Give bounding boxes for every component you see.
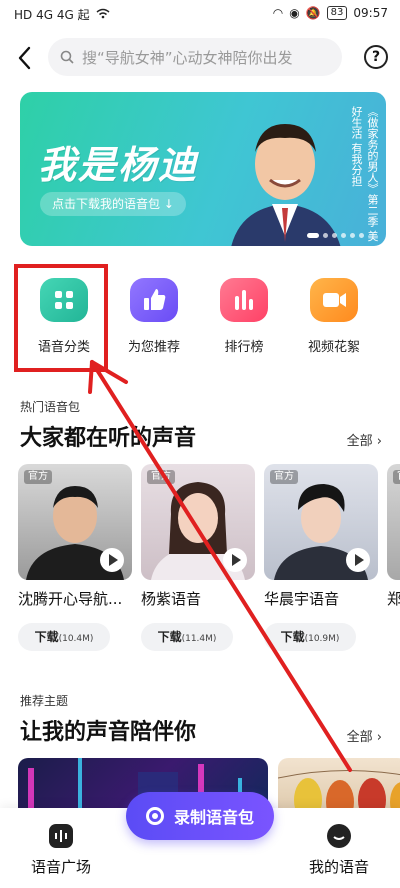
theme-section-title: 让我的声音陪伴你	[20, 720, 197, 745]
chat-face-icon	[327, 824, 351, 848]
entry-recommend[interactable]: 为您推荐	[114, 278, 194, 355]
record-icon	[145, 807, 164, 825]
card-name: 郑	[387, 590, 400, 608]
carousel-dot	[341, 233, 346, 238]
download-size: (10.4M)	[58, 634, 94, 644]
official-tag: 官方	[24, 470, 52, 484]
carousel-indicator	[307, 233, 364, 238]
banner-title: 我是杨迪	[38, 143, 199, 187]
card-image: 官方	[387, 464, 400, 580]
card-image: 官方	[264, 464, 378, 580]
question-icon: ?	[371, 49, 381, 65]
nav-label: 语音广场	[30, 858, 91, 876]
card-name: 杨紫语音	[141, 590, 202, 608]
entry-ranking[interactable]: 排行榜	[204, 278, 284, 355]
network-indicators: HD 4G 4G 起	[14, 8, 90, 22]
record-label: 录制语音包	[173, 808, 254, 827]
thumbs-up-icon	[130, 278, 178, 322]
carousel-dot	[359, 233, 364, 238]
carousel-dot	[350, 233, 355, 238]
voice-pack-card[interactable]: 官方 杨紫语音 下载(11.4M)	[141, 464, 255, 651]
voice-pack-card[interactable]: 官方 华晨宇语音 下载(10.9M)	[264, 464, 378, 651]
download-label: 下载	[34, 630, 59, 644]
hot-section-title: 大家都在听的声音	[20, 426, 197, 451]
clock: 09:57	[353, 6, 388, 20]
banner-download-button[interactable]: 点击下载我的语音包 ↓	[40, 192, 186, 216]
play-icon[interactable]	[346, 548, 370, 572]
bar-chart-icon	[220, 278, 268, 322]
nav-voice-plaza[interactable]: 语音广场	[16, 824, 106, 877]
annotation-highlight-box	[14, 264, 108, 372]
download-button[interactable]: 下载(11.4M)	[141, 623, 233, 651]
headphone-icon: ◠	[272, 6, 284, 20]
entry-label: 排行榜	[224, 340, 264, 355]
back-arrow-icon	[18, 46, 31, 70]
location-icon: ◉	[289, 6, 300, 20]
entry-label: 视频花絮	[307, 340, 360, 355]
download-label: 下载	[280, 630, 305, 644]
entry-video-clips[interactable]: 视频花絮	[294, 278, 374, 355]
official-tag: 官方	[147, 470, 175, 484]
carousel-dot	[332, 233, 337, 238]
record-voice-button[interactable]: 录制语音包	[126, 792, 274, 840]
hot-section-subtitle: 热门语音包	[20, 400, 81, 414]
play-icon[interactable]	[100, 548, 124, 572]
carousel-dot	[307, 233, 319, 238]
nav-my-voice[interactable]: 我的语音	[294, 824, 384, 877]
download-button[interactable]: 下载(10.9M)	[264, 623, 356, 651]
download-size: (10.9M)	[304, 634, 340, 644]
download-label: 下载	[157, 630, 182, 644]
promo-banner[interactable]: 我是杨迪 点击下载我的语音包 ↓ 《做家务的男人》第二季 美好生活 有我分担	[20, 92, 386, 246]
help-button[interactable]: ?	[364, 45, 388, 69]
official-tag: 官方	[393, 470, 400, 484]
soundwave-icon	[49, 824, 73, 848]
search-placeholder: 搜“导航女神”心动女神陪你出发	[82, 48, 293, 67]
celebrity-photo	[231, 124, 341, 246]
voice-pack-card[interactable]: 官方 郑	[387, 464, 400, 609]
mute-icon: 🔕	[305, 6, 321, 20]
video-camera-icon	[310, 278, 358, 322]
voice-pack-card[interactable]: 官方 沈腾开心导航... 下载(10.4M)	[18, 464, 132, 651]
search-input[interactable]: 搜“导航女神”心动女神陪你出发	[48, 38, 342, 76]
official-tag: 官方	[270, 470, 298, 484]
status-bar: HD 4G 4G 起 ◠ ◉ 🔕 83 09:57	[0, 0, 400, 28]
play-icon[interactable]	[223, 548, 247, 572]
nav-label: 我的语音	[308, 858, 369, 876]
voice-pack-cards: 官方 沈腾开心导航... 下载(10.4M) 官方 杨紫语音 下载(11.4M)…	[18, 464, 400, 654]
theme-section-more-link[interactable]: 全部 ›	[347, 726, 382, 745]
top-bar: 搜“导航女神”心动女神陪你出发 ?	[0, 38, 400, 78]
theme-section-subtitle: 推荐主题	[20, 694, 69, 708]
card-name: 沈腾开心导航...	[18, 590, 123, 608]
card-image: 官方	[18, 464, 132, 580]
hot-section-more-link[interactable]: 全部 ›	[347, 430, 382, 449]
carousel-dot	[323, 233, 328, 238]
status-right: ◠ ◉ 🔕 83 09:57	[273, 6, 388, 20]
download-button[interactable]: 下载(10.4M)	[18, 623, 110, 651]
card-name: 华晨宇语音	[264, 590, 340, 608]
entry-label: 为您推荐	[127, 340, 180, 355]
back-button[interactable]	[14, 44, 40, 72]
battery-indicator: 83	[326, 6, 348, 20]
banner-side-text: 《做家务的男人》第二季 美好生活 有我分担	[350, 106, 379, 242]
search-icon	[60, 50, 74, 64]
wifi-icon	[96, 8, 110, 22]
download-size: (11.4M)	[181, 634, 217, 644]
card-image: 官方	[141, 464, 255, 580]
status-left: HD 4G 4G 起	[14, 6, 110, 23]
